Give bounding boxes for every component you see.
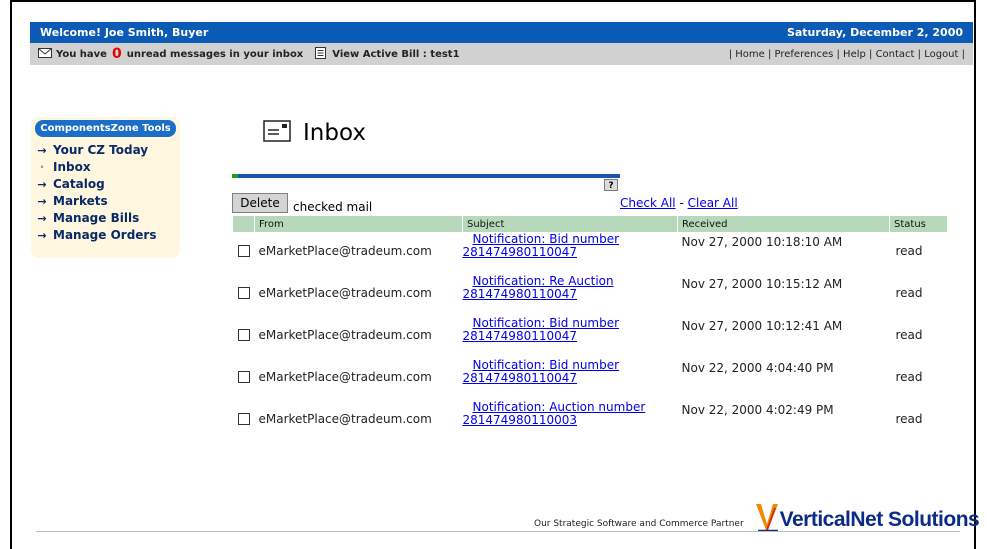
row-received: Nov 22, 2000 4:02:49 PM [681, 403, 834, 417]
verticalnet-v-logo [755, 504, 778, 532]
table-row: eMarketPlace@tradeum.com Notification: B… [233, 233, 948, 276]
arrow-icon: → [37, 229, 47, 242]
subject-link[interactable]: Notification: Re Auction 281474980110047 [463, 275, 678, 301]
inbox-heading: Inbox [263, 120, 366, 146]
sidebar-item-label: Manage Bills [53, 211, 140, 225]
row-status: read [895, 370, 923, 384]
arrow-icon: → [37, 144, 47, 157]
bullet-icon: · [39, 160, 45, 174]
sidebar-item-label: Manage Orders [53, 228, 157, 242]
row-from: eMarketPlace@tradeum.com [258, 412, 432, 426]
header-rule-bar [232, 174, 620, 178]
row-checkbox[interactable] [237, 287, 250, 299]
sidebar-item-label: Markets [53, 194, 108, 208]
inbox-table: From Subject Received Status eMarketPlac… [232, 215, 948, 443]
sidebar-item-your-cz-today[interactable]: → Your CZ Today [31, 142, 157, 159]
sub-bar: You have 0 unread messages in your inbox… [30, 43, 973, 65]
column-header-subject[interactable]: Subject [462, 215, 678, 233]
row-from: eMarketPlace@tradeum.com [258, 328, 432, 342]
messages-suffix: unread messages in your inbox [126, 48, 304, 60]
arrow-icon: → [37, 212, 47, 225]
subject-link[interactable]: Notification: Bid number 281474980110047 [463, 359, 678, 385]
row-status: read [895, 412, 923, 426]
header-rule-accent [232, 174, 238, 178]
partner-footer: Our Strategic Software and Commerce Part… [534, 502, 980, 532]
help-icon[interactable]: ? [604, 179, 618, 191]
welcome-text: Welcome! Joe Smith, Buyer [40, 26, 209, 39]
unread-messages[interactable]: You have 0 unread messages in your inbox [38, 46, 303, 62]
check-controls: Check All - Clear All [620, 196, 738, 210]
sidebar-item-manage-bills[interactable]: → Manage Bills [31, 210, 157, 227]
row-status: read [895, 286, 923, 300]
document-icon [315, 46, 327, 62]
subject-link[interactable]: Notification: Bid number 281474980110047 [463, 317, 678, 343]
inbox-letter-icon [263, 120, 291, 146]
date-text: Saturday, December 2, 2000 [786, 26, 963, 39]
envelope-icon [38, 47, 52, 61]
row-received: Nov 27, 2000 10:18:10 AM [681, 235, 843, 249]
row-checkbox[interactable] [237, 371, 250, 383]
column-header-received[interactable]: Received [677, 215, 890, 233]
check-separator: - [679, 196, 684, 210]
row-checkbox[interactable] [237, 413, 250, 425]
delete-button[interactable]: Delete [232, 193, 288, 213]
row-subject: Notification: Auction number 281474980110… [463, 401, 678, 443]
checked-mail-label: checked mail [293, 200, 373, 214]
view-active-bill[interactable]: View Active Bill : test1 [315, 46, 460, 62]
table-row: eMarketPlace@tradeum.com Notification: B… [233, 359, 948, 401]
page-title: Inbox [303, 120, 366, 146]
subject-link[interactable]: Notification: Auction number 281474980110… [463, 401, 678, 427]
row-from: eMarketPlace@tradeum.com [258, 370, 432, 384]
row-received: Nov 27, 2000 10:15:12 AM [681, 277, 843, 291]
sidebar-item-markets[interactable]: → Markets [31, 193, 157, 210]
table-row: eMarketPlace@tradeum.com Notification: A… [233, 401, 948, 443]
window-border-top [10, 0, 976, 2]
checkbox-column-header [232, 215, 255, 233]
window-border-right [974, 0, 976, 549]
sidebar-title: ComponentsZone Tools [35, 120, 176, 137]
row-from: eMarketPlace@tradeum.com [258, 286, 432, 300]
view-bill-label: View Active Bill : test1 [332, 48, 460, 60]
row-checkbox[interactable] [237, 329, 250, 341]
row-received: Nov 22, 2000 4:04:40 PM [681, 361, 834, 375]
sidebar-item-label: Your CZ Today [53, 143, 149, 157]
row-subject: Notification: Bid number 281474980110047 [463, 317, 678, 359]
table-row: eMarketPlace@tradeum.com Notification: B… [233, 317, 948, 359]
clear-all-link[interactable]: Clear All [688, 196, 738, 210]
sidebar-item-label: Inbox [53, 160, 91, 174]
sidebar-item-label: Catalog [53, 177, 105, 191]
arrow-icon: → [37, 178, 47, 191]
row-status: read [895, 328, 923, 342]
subject-link[interactable]: Notification: Bid number 281474980110047 [463, 233, 678, 259]
table-header-row: From Subject Received Status [232, 215, 948, 233]
sidebar-item-inbox[interactable]: · Inbox [31, 159, 157, 176]
partner-tagline: Our Strategic Software and Commerce Part… [534, 519, 744, 529]
verticalnet-logo[interactable]: VerticalNet Solutions [754, 502, 980, 532]
footer-divider [36, 531, 960, 532]
arrow-icon: → [37, 195, 47, 208]
row-received: Nov 27, 2000 10:12:41 AM [681, 319, 843, 333]
check-all-link[interactable]: Check All [620, 196, 676, 210]
table-row: eMarketPlace@tradeum.com Notification: R… [233, 275, 948, 317]
row-from: eMarketPlace@tradeum.com [258, 244, 432, 258]
sidebar-item-catalog[interactable]: → Catalog [31, 176, 157, 193]
messages-prefix: You have [56, 48, 107, 60]
sidebar-item-manage-orders[interactable]: → Manage Orders [31, 227, 157, 244]
unread-count: 0 [111, 46, 122, 62]
row-checkbox[interactable] [237, 245, 250, 257]
top-bar: Welcome! Joe Smith, Buyer Saturday, Dece… [30, 22, 973, 43]
row-subject: Notification: Bid number 281474980110047 [463, 233, 678, 276]
tools-sidebar: ComponentsZone Tools → Your CZ Today · Inb… [31, 117, 180, 258]
window-border-left [10, 0, 12, 549]
column-header-from[interactable]: From [254, 215, 463, 233]
column-header-status[interactable]: Status [889, 215, 948, 233]
row-subject: Notification: Bid number 281474980110047 [463, 359, 678, 401]
top-nav-links[interactable]: | Home | Preferences | Help | Contact | … [729, 49, 965, 60]
row-status: read [895, 244, 923, 258]
logo-text: VerticalNet Solutions [779, 508, 980, 531]
row-subject: Notification: Re Auction 281474980110047 [463, 275, 678, 317]
